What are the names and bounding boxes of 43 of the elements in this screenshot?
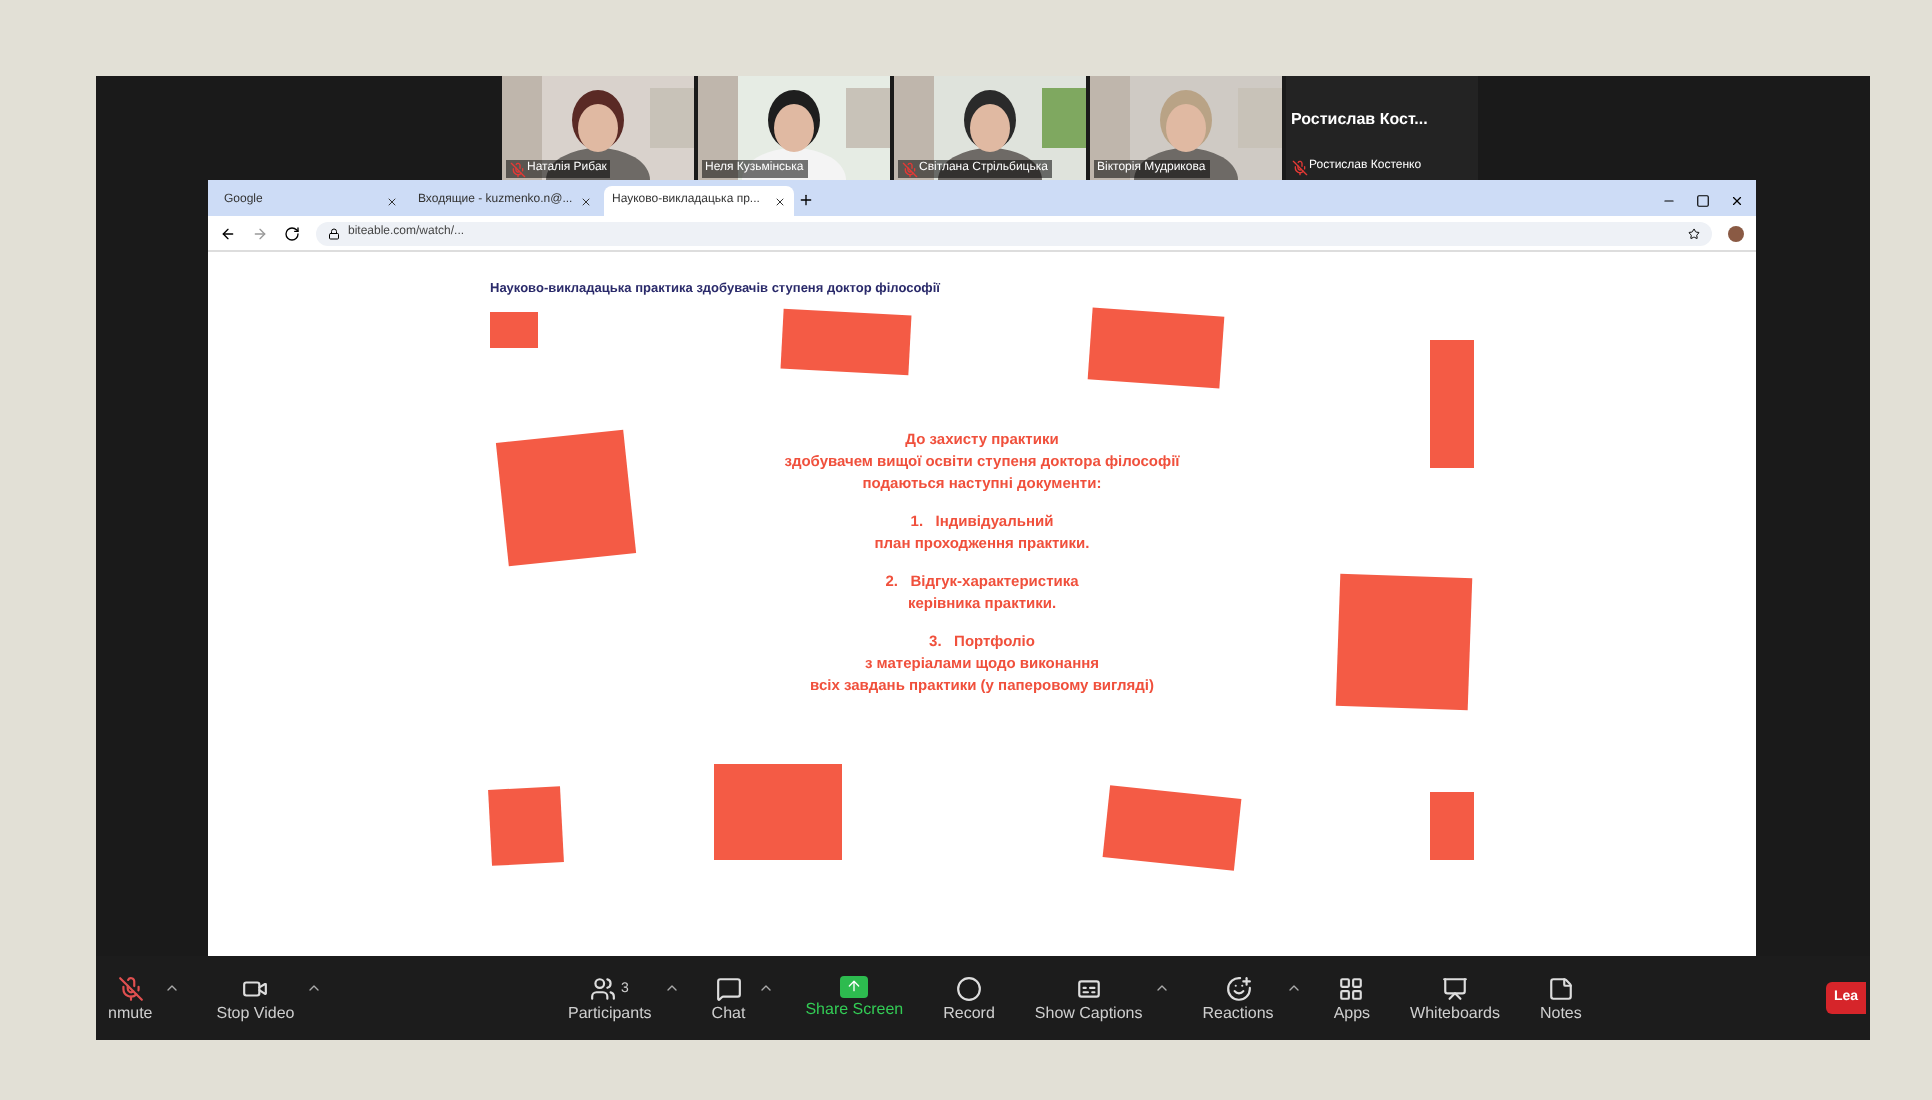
toolbar-button[interactable]: nmute <box>100 975 161 1021</box>
reload-icon[interactable] <box>284 225 300 241</box>
toolbar-button[interactable]: Notes <box>1531 975 1590 1021</box>
toolbar-button[interactable]: Share Screen <box>797 975 912 1017</box>
toolbar-button[interactable]: Reactions <box>1194 975 1282 1021</box>
chat-bubble-icon <box>715 975 742 1001</box>
record-icon <box>956 975 983 1001</box>
people-icon <box>590 975 617 1001</box>
slide-sticky-note <box>490 311 538 348</box>
grid-icon <box>1338 975 1365 1001</box>
bookmark-icon[interactable] <box>1688 227 1700 239</box>
lock-icon <box>328 227 340 239</box>
participant-display-name: Ростислав Кост... <box>1291 108 1430 132</box>
toolbar-button[interactable]: Stop Video <box>208 975 303 1021</box>
maximize-icon[interactable] <box>1696 194 1710 208</box>
slide-sticky-note <box>1430 339 1474 468</box>
slide-sticky-note <box>1087 307 1225 388</box>
minimize-icon[interactable] <box>1662 194 1676 208</box>
video-camera-icon <box>242 975 269 1001</box>
slide-sticky-note <box>714 763 842 860</box>
captions-icon <box>1075 975 1102 1001</box>
close-icon[interactable] <box>580 195 592 207</box>
note-icon <box>1547 975 1574 1001</box>
toolbar-button[interactable]: Chat <box>703 975 754 1021</box>
toolbar-button[interactable]: Apps <box>1325 975 1379 1021</box>
back-icon[interactable] <box>220 225 236 241</box>
close-icon[interactable] <box>774 195 786 207</box>
muted-mic-icon <box>117 975 144 1001</box>
profile-avatar[interactable] <box>1728 225 1744 241</box>
smiley-icon <box>1225 975 1252 1001</box>
slide-sticky-note <box>1430 791 1474 860</box>
new-tab-icon[interactable] <box>798 192 814 208</box>
close-icon[interactable] <box>386 195 398 207</box>
slide-sticky-note <box>1335 573 1473 710</box>
whiteboard-icon <box>1442 975 1468 1001</box>
toolbar-button[interactable]: Record <box>935 975 1003 1021</box>
share-screen-icon <box>840 975 869 997</box>
toolbar-button[interactable]: Whiteboards <box>1402 975 1508 1021</box>
toolbar-button[interactable]: Show Captions <box>1026 975 1151 1021</box>
close-icon[interactable] <box>1730 194 1744 208</box>
slide-sticky-note <box>780 308 912 375</box>
forward-icon[interactable] <box>252 225 268 241</box>
slide-sticky-note <box>488 785 564 866</box>
